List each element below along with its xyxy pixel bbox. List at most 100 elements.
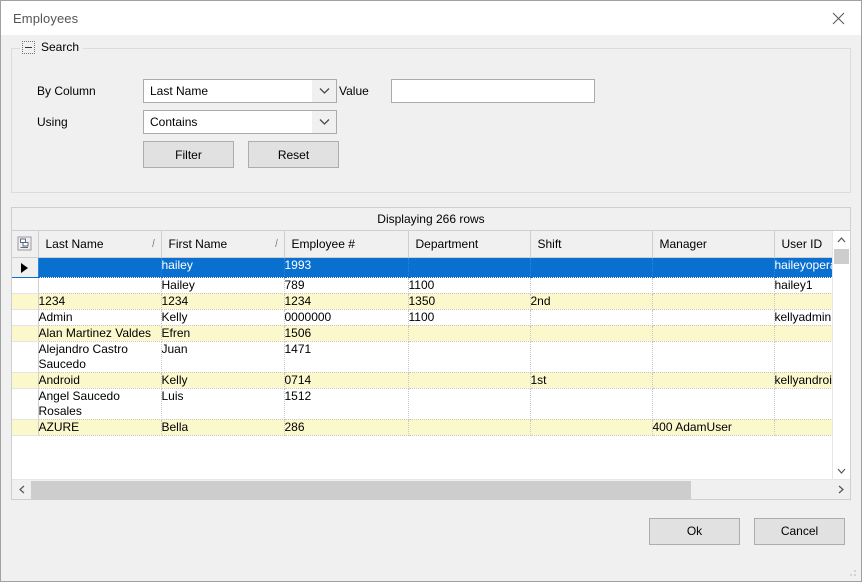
table-row[interactable]: Alan Martinez Valdes Efren 1506 [12, 325, 832, 342]
sort-indicator-icon[interactable]: / [153, 238, 155, 250]
cell-manager[interactable] [652, 309, 775, 326]
cell-last-name[interactable]: Admin [38, 309, 162, 326]
chevron-down-icon[interactable] [311, 111, 336, 133]
cell-first-name[interactable]: Kelly [161, 309, 285, 326]
table-row[interactable]: Hailey 789 1100 hailey1 [12, 277, 832, 294]
cell-shift[interactable]: 1st [530, 372, 653, 389]
cell-employee-number[interactable]: 1506 [284, 325, 409, 342]
row-header-cell[interactable] [12, 309, 39, 326]
cell-user-id[interactable] [774, 388, 832, 420]
row-header-cell[interactable] [12, 325, 39, 342]
cell-manager[interactable]: 400 AdamUser [652, 419, 775, 436]
cell-user-id[interactable] [774, 325, 832, 342]
cell-first-name[interactable]: Luis [161, 388, 285, 420]
reset-button[interactable]: Reset [248, 141, 339, 168]
column-header-user-id[interactable]: User ID [774, 231, 832, 258]
cell-department[interactable]: 1350 [408, 293, 531, 310]
cell-last-name[interactable]: Alan Martinez Valdes [38, 325, 162, 342]
cell-shift[interactable] [530, 341, 653, 373]
cell-department[interactable] [408, 419, 531, 436]
horizontal-scrollbar[interactable] [12, 479, 850, 499]
cell-user-id[interactable]: hailey1 [774, 277, 832, 294]
cell-manager[interactable] [652, 341, 775, 373]
cell-shift[interactable] [530, 257, 653, 278]
cell-employee-number[interactable]: 1512 [284, 388, 409, 420]
cell-user-id[interactable] [774, 419, 832, 436]
cell-employee-number[interactable]: 0000000 [284, 309, 409, 326]
cell-manager[interactable] [652, 293, 775, 310]
horizontal-scroll-track[interactable] [31, 480, 831, 499]
scroll-down-icon[interactable] [833, 462, 850, 479]
select-all-icon[interactable] [12, 231, 37, 256]
cell-first-name[interactable]: hailey [161, 257, 285, 278]
using-select[interactable]: Contains [143, 110, 337, 134]
cell-department[interactable]: 1100 [408, 309, 531, 326]
search-group-header[interactable]: Search [20, 40, 84, 54]
column-header-employee-number[interactable]: Employee # [284, 231, 409, 258]
row-header-cell[interactable] [12, 341, 39, 373]
horizontal-scroll-thumb[interactable] [31, 480, 691, 499]
cell-shift[interactable] [530, 325, 653, 342]
chevron-down-icon[interactable] [311, 80, 336, 102]
collapse-icon[interactable] [22, 40, 35, 54]
cell-manager[interactable] [652, 388, 775, 420]
row-header-cell[interactable] [12, 293, 39, 310]
by-column-select[interactable]: Last Name [143, 79, 337, 103]
column-header-department[interactable]: Department [408, 231, 531, 258]
cell-last-name[interactable] [38, 277, 162, 294]
cell-first-name[interactable]: Juan [161, 341, 285, 373]
grid-scroll-area[interactable]: Last Name / First Name / Employee # Depart… [12, 231, 832, 479]
select-all-header[interactable] [12, 231, 39, 258]
cell-department[interactable] [408, 388, 531, 420]
search-value-input[interactable] [391, 79, 595, 103]
cell-department[interactable]: 1100 [408, 277, 531, 294]
column-header-last-name[interactable]: Last Name / [38, 231, 162, 258]
resize-grip[interactable] [846, 566, 858, 578]
cell-manager[interactable] [652, 257, 775, 278]
cell-first-name[interactable]: Efren [161, 325, 285, 342]
table-row[interactable]: Angel Saucedo Rosales Luis 1512 [12, 388, 832, 420]
cell-employee-number[interactable]: 0714 [284, 372, 409, 389]
cell-user-id[interactable] [774, 341, 832, 373]
vertical-scroll-thumb[interactable] [834, 249, 849, 264]
cell-employee-number[interactable]: 1234 [284, 293, 409, 310]
cell-employee-number[interactable]: 1993 [284, 257, 409, 278]
table-row[interactable]: AZURE Bella 286 400 AdamUser [12, 419, 832, 436]
sort-indicator-icon[interactable]: / [276, 238, 278, 250]
filter-button[interactable]: Filter [143, 141, 234, 168]
cell-last-name[interactable]: Angel Saucedo Rosales [38, 388, 162, 420]
cell-first-name[interactable]: 1234 [161, 293, 285, 310]
cell-department[interactable] [408, 257, 531, 278]
column-header-manager[interactable]: Manager [652, 231, 775, 258]
cell-employee-number[interactable]: 789 [284, 277, 409, 294]
cell-manager[interactable] [652, 372, 775, 389]
scroll-right-icon[interactable] [831, 480, 850, 499]
cell-department[interactable] [408, 372, 531, 389]
cell-last-name[interactable]: AZURE [38, 419, 162, 436]
cell-last-name[interactable]: Android [38, 372, 162, 389]
cell-shift[interactable] [530, 388, 653, 420]
cell-shift[interactable] [530, 419, 653, 436]
cell-last-name[interactable]: Alejandro Castro Saucedo [38, 341, 162, 373]
row-header-cell[interactable] [12, 388, 39, 420]
cell-shift[interactable]: 2nd [530, 293, 653, 310]
cell-last-name[interactable]: 1234 [38, 293, 162, 310]
cell-last-name[interactable] [38, 257, 162, 278]
cell-shift[interactable] [530, 309, 653, 326]
cell-employee-number[interactable]: 1471 [284, 341, 409, 373]
cell-manager[interactable] [652, 277, 775, 294]
scroll-left-icon[interactable] [12, 480, 31, 499]
cell-user-id[interactable]: kellyadmin [774, 309, 832, 326]
cell-manager[interactable] [652, 325, 775, 342]
scroll-up-icon[interactable] [833, 231, 850, 248]
table-row[interactable]: 1234 1234 1234 1350 2nd [12, 293, 832, 310]
row-header-cell[interactable] [12, 277, 39, 294]
cell-user-id[interactable]: haileyopera [774, 257, 832, 278]
table-row[interactable]: Android Kelly 0714 1st kellyandroi [12, 372, 832, 389]
cell-user-id[interactable]: kellyandroi [774, 372, 832, 389]
cell-department[interactable] [408, 341, 531, 373]
ok-button[interactable]: Ok [649, 517, 740, 545]
row-header-cell[interactable] [12, 372, 39, 389]
cell-first-name[interactable]: Bella [161, 419, 285, 436]
vertical-scrollbar[interactable] [832, 231, 850, 479]
